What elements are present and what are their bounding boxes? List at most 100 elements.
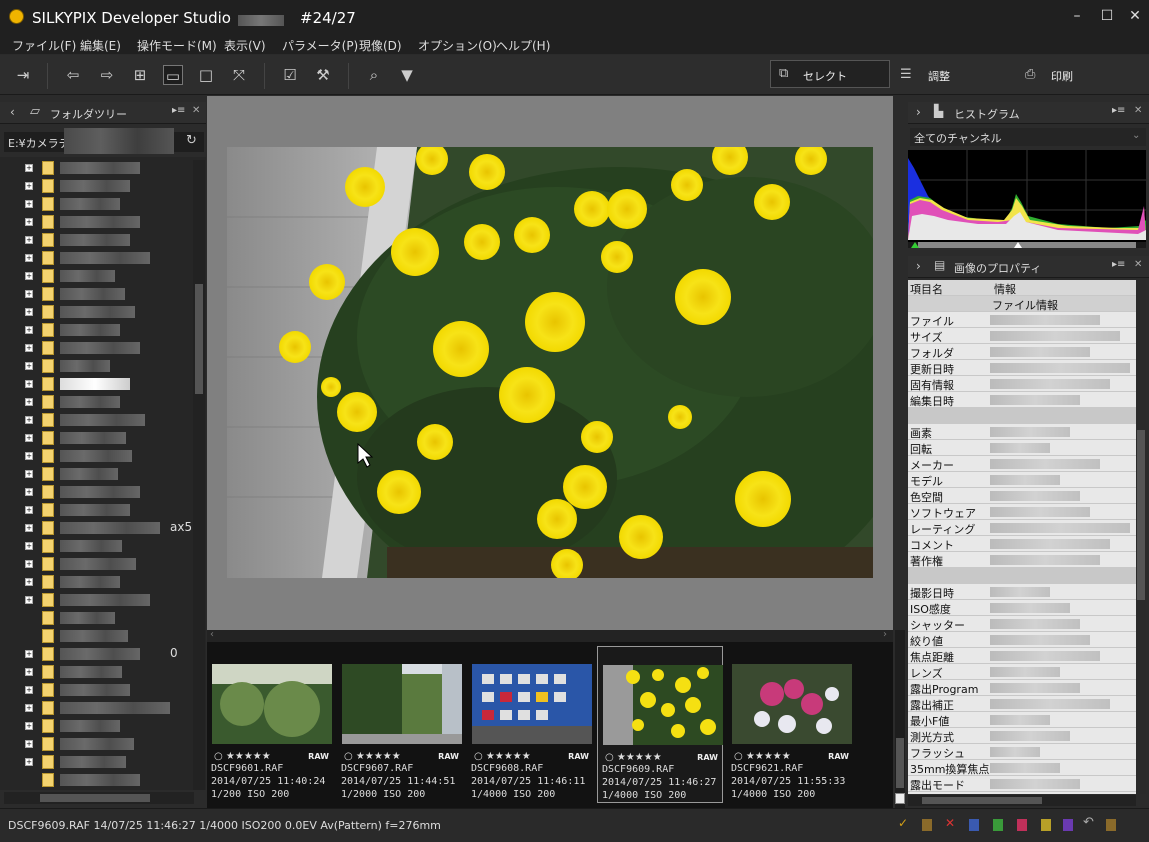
property-row[interactable]: 露出補正	[908, 696, 1136, 712]
tree-row[interactable]: +	[0, 393, 192, 411]
tree-row[interactable]: +	[0, 303, 192, 321]
properties-scroll-thumb[interactable]	[1137, 430, 1145, 600]
tree-row[interactable]: +	[0, 681, 192, 699]
expand-icon[interactable]: +	[25, 398, 33, 406]
select-mode-button[interactable]: ⧉ セレクト	[770, 60, 890, 88]
expand-icon[interactable]: +	[25, 560, 33, 568]
filmstrip-thumb[interactable]: ○ ★★★★★ RAW DSCF9608.RAF 2014/07/25 11:46:1…	[467, 646, 593, 803]
tree-row[interactable]: +	[0, 699, 192, 717]
tree-row[interactable]: +	[0, 609, 192, 627]
checkbox-icon[interactable]: ☑	[280, 65, 300, 85]
single-view-icon[interactable]: □	[196, 65, 216, 85]
property-row[interactable]: 焦点距離	[908, 648, 1136, 664]
tree-row[interactable]: +	[0, 159, 192, 177]
label-red-icon[interactable]	[1017, 819, 1027, 831]
expand-icon[interactable]: +	[25, 506, 33, 514]
menu-mode[interactable]: 操作モード(M)	[137, 37, 217, 54]
expand-icon[interactable]: +	[25, 686, 33, 694]
panel-menu-icon[interactable]: ▸≡	[172, 105, 185, 116]
preview-hscrollbar[interactable]: ‹ ›	[207, 629, 893, 642]
tree-row[interactable]: +	[0, 447, 192, 465]
property-row[interactable]: 回転	[908, 440, 1136, 456]
expand-icon[interactable]: +	[25, 596, 33, 604]
panel-menu-icon[interactable]: ▸≡	[1112, 105, 1125, 116]
fullscreen-icon[interactable]: ⤧	[229, 65, 249, 85]
tree-row[interactable]: +	[0, 249, 192, 267]
filmstrip-thumb[interactable]: ○ ★★★★★ RAW DSCF9607.RAF 2014/07/25 11:44:5…	[337, 646, 463, 803]
property-row[interactable]: モデル	[908, 472, 1136, 488]
rating-stars[interactable]: ○ ★★★★★	[605, 752, 662, 763]
tree-hscrollbar[interactable]	[4, 792, 194, 804]
expand-icon[interactable]: +	[25, 164, 33, 172]
tree-row[interactable]: +	[0, 267, 192, 285]
label-green-icon[interactable]	[993, 819, 1003, 831]
expand-icon[interactable]: +	[25, 362, 33, 370]
property-row[interactable]: フラッシュ	[908, 744, 1136, 760]
expand-icon[interactable]: +	[25, 308, 33, 316]
property-row[interactable]: サイズ	[908, 328, 1136, 344]
scroll-right-icon[interactable]: ›	[883, 629, 887, 640]
property-row[interactable]: 撮影日時	[908, 584, 1136, 600]
panel-close-icon[interactable]: ✕	[1134, 259, 1142, 270]
tree-row[interactable]: +	[0, 519, 192, 537]
expand-icon[interactable]: +	[25, 200, 33, 208]
expand-icon[interactable]: +	[25, 290, 33, 298]
print-mode-button[interactable]: ⎙ 印刷	[1025, 65, 1135, 87]
tree-scrollbar[interactable]	[193, 160, 205, 790]
property-row[interactable]: ファイル	[908, 312, 1136, 328]
expand-icon[interactable]: +	[25, 380, 33, 388]
menu-view[interactable]: 表示(V)	[224, 37, 266, 54]
adjust-mode-button[interactable]: ☰ 調整	[900, 65, 1010, 87]
label-blue-icon[interactable]	[969, 819, 979, 831]
scroll-left-icon[interactable]: ‹	[210, 629, 214, 640]
tree-row[interactable]: +	[0, 411, 192, 429]
tree-row[interactable]: +	[0, 573, 192, 591]
properties-hscroll-thumb[interactable]	[922, 797, 1042, 804]
tree-row[interactable]: +	[0, 429, 192, 447]
property-row[interactable]: 固有情報	[908, 376, 1136, 392]
filmstrip-vscrollbar[interactable]	[895, 630, 905, 808]
filmstrip-thumb[interactable]: ○ ★★★★★ RAW DSCF9621.RAF 2014/07/25 11:55:3…	[727, 646, 853, 803]
collapse-right-icon[interactable]: ›	[916, 105, 921, 119]
tree-row[interactable]: +	[0, 717, 192, 735]
expand-icon[interactable]: +	[25, 704, 33, 712]
close-button[interactable]: ✕	[1125, 6, 1145, 26]
expand-icon[interactable]: +	[25, 470, 33, 478]
property-row[interactable]: レーティング	[908, 520, 1136, 536]
tree-row[interactable]: +	[0, 591, 192, 609]
property-row[interactable]: 測光方式	[908, 728, 1136, 744]
expand-icon[interactable]: +	[25, 344, 33, 352]
grid-view-icon[interactable]: ⊞	[130, 65, 150, 85]
property-row[interactable]: フォルダ	[908, 344, 1136, 360]
tree-row[interactable]: +	[0, 357, 192, 375]
properties-hscrollbar[interactable]	[908, 795, 1136, 806]
expand-icon[interactable]: +	[25, 578, 33, 586]
properties-scrollbar[interactable]	[1136, 280, 1146, 794]
property-row[interactable]: 更新日時	[908, 360, 1136, 376]
tree-row[interactable]: +	[0, 555, 192, 573]
preview-image[interactable]	[227, 147, 873, 578]
collapse-left-icon[interactable]: ‹	[10, 105, 15, 119]
property-row[interactable]: レンズ	[908, 664, 1136, 680]
property-row[interactable]: シャッター	[908, 616, 1136, 632]
lock-icon[interactable]	[1106, 819, 1116, 831]
expand-icon[interactable]: +	[25, 722, 33, 730]
folder-path-bar[interactable]: E:¥カメラデ ↻	[4, 128, 204, 154]
menu-edit[interactable]: 編集(E)	[80, 37, 121, 54]
filter-icon[interactable]: ▼	[397, 65, 417, 85]
expand-icon[interactable]: +	[25, 272, 33, 280]
panel-close-icon[interactable]: ✕	[1134, 105, 1142, 116]
tree-row[interactable]: +	[0, 231, 192, 249]
hammer-icon[interactable]: ⚒	[313, 65, 333, 85]
prev-image-icon[interactable]: ⇦	[63, 65, 83, 85]
menu-options[interactable]: オプション(O)	[418, 37, 497, 54]
delete-icon[interactable]: ✕	[945, 816, 955, 830]
panel-close-icon[interactable]: ✕	[192, 105, 200, 116]
tree-row[interactable]: +	[0, 753, 192, 771]
property-row[interactable]: メーカー	[908, 456, 1136, 472]
tag-icon[interactable]	[922, 819, 932, 831]
search-icon[interactable]: ⌕	[364, 65, 384, 85]
property-row[interactable]: 露出モード	[908, 776, 1136, 792]
tree-row[interactable]: +	[0, 483, 192, 501]
tree-row[interactable]: +	[0, 627, 192, 645]
